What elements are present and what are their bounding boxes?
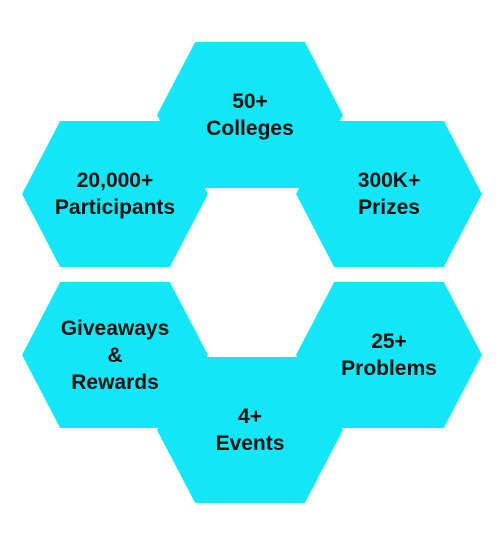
stat-value: 4+ (238, 405, 262, 428)
hexagon-prizes: 300K+ Prizes (296, 121, 482, 267)
stat-label-line2: & (107, 343, 123, 367)
stat-label: Participants (54, 196, 176, 219)
stat-value: 20,000+ (76, 169, 154, 192)
hexagon-participants: 20,000+ Participants (22, 121, 208, 267)
stat-value: 25+ (371, 330, 407, 353)
stat-value: 300K+ (357, 169, 421, 192)
stat-label: Events (215, 432, 285, 455)
stat-label-line1: Giveaways (60, 316, 170, 340)
stat-label: Problems (341, 357, 437, 380)
stat-label: Colleges (206, 117, 294, 140)
stats-hexagon-cluster: 50+ Colleges 20,000+ Participants 300K+ … (0, 0, 500, 545)
stat-value: 50+ (232, 90, 268, 113)
stat-label-line3: Rewards (71, 370, 159, 394)
stat-label: Prizes (358, 196, 420, 219)
hexagon-events: 4+ Events (157, 357, 343, 503)
